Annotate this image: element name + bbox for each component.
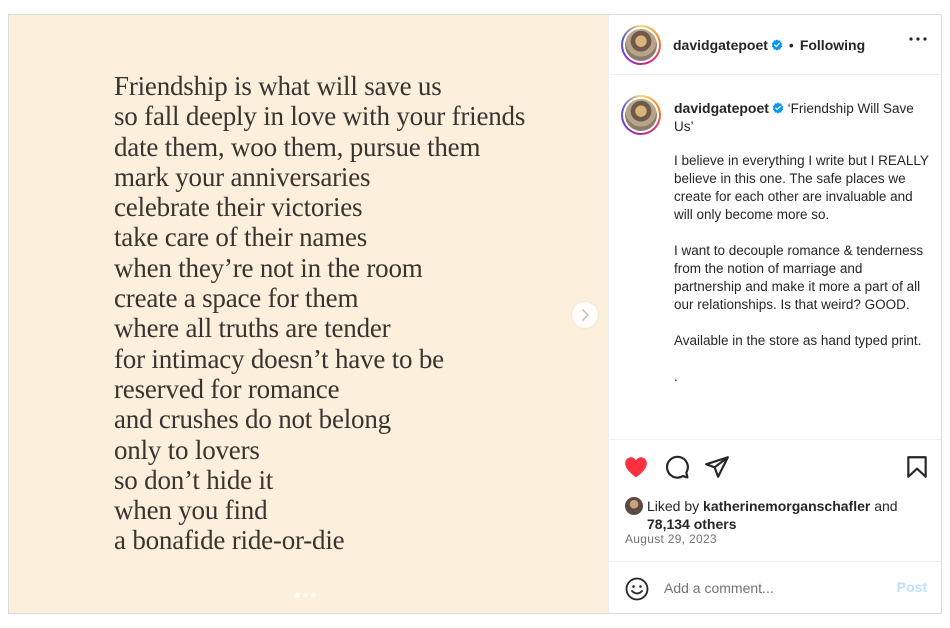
poem-line: mark your anniversaries <box>114 161 371 192</box>
carousel-dot <box>303 593 308 598</box>
poem-line: celebrate their victories <box>114 192 363 223</box>
caption-username[interactable]: davidgatepoet <box>674 100 769 116</box>
chevron-right-icon <box>582 309 589 321</box>
poem-text: Friendship is what will save us so fall d… <box>114 71 525 556</box>
post-header: davidgatepoet • Following <box>609 15 941 75</box>
comment-icon[interactable] <box>664 454 690 480</box>
separator-dot: • <box>788 36 794 53</box>
poem-line: when they’re not in the room <box>114 252 423 283</box>
poem-line: a bonafide ride-or-die <box>114 525 345 556</box>
poem-line: take care of their names <box>114 222 368 253</box>
poem-line: and crushes do not belong <box>114 404 391 435</box>
poem-line: when you find <box>114 495 268 526</box>
poem-line: only to lovers <box>114 434 260 465</box>
poem-line: where all truths are tender <box>114 313 391 344</box>
likes-count-link[interactable]: 78,134 others <box>647 516 737 532</box>
post-sidebar: davidgatepoet • Following davidgatepoet … <box>608 15 941 613</box>
poem-line: date them, woo them, pursue them <box>114 131 481 162</box>
following-button[interactable]: Following <box>800 37 865 53</box>
liker-username[interactable]: katherinemorganschafler <box>703 498 870 514</box>
caption-paragraph: Available in the store as hand typed pri… <box>674 333 922 348</box>
post-date[interactable]: August 29, 2023 <box>625 532 717 546</box>
verified-badge-icon <box>771 38 783 51</box>
heart-icon[interactable] <box>623 454 649 480</box>
poem-line: Friendship is what will save us <box>114 71 442 101</box>
caption-paragraph: . <box>674 369 678 384</box>
carousel-dots <box>295 593 316 598</box>
share-icon[interactable] <box>704 454 730 480</box>
action-bar: Liked by katherinemorganschafler and 78,… <box>609 439 941 561</box>
liker-avatar[interactable] <box>625 497 643 515</box>
bookmark-icon[interactable] <box>904 454 930 480</box>
poem-line: so fall deeply in love with your friends <box>114 101 526 132</box>
author-avatar[interactable] <box>621 24 661 65</box>
more-options-icon[interactable] <box>909 37 927 41</box>
caption-author-avatar[interactable] <box>621 95 661 135</box>
caption-body: davidgatepoet ‘Friendship Will Save Us’ … <box>674 99 932 404</box>
post-button[interactable]: Post <box>897 579 927 595</box>
poem-line: so don’t hide it <box>114 464 274 495</box>
liked-by-prefix: Liked by <box>647 498 700 514</box>
comment-input[interactable] <box>664 578 884 598</box>
carousel-dot <box>311 593 316 598</box>
caption-scroll-area[interactable]: davidgatepoet ‘Friendship Will Save Us’ … <box>609 76 941 439</box>
author-username[interactable]: davidgatepoet <box>673 37 768 53</box>
poem-line: reserved for romance <box>114 373 340 404</box>
caption-paragraph: I want to decouple romance & tenderness … <box>674 243 924 312</box>
poem-line: for intimacy doesn’t have to be <box>114 343 444 374</box>
caption-paragraph: I believe in everything I write but I RE… <box>674 153 929 222</box>
carousel-dot <box>295 593 300 598</box>
post-media[interactable]: Friendship is what will save us so fall d… <box>9 15 608 613</box>
poem-line: create a space for them <box>114 283 359 314</box>
next-slide-button[interactable] <box>572 302 598 328</box>
post-dialog: Friendship is what will save us so fall d… <box>8 14 942 614</box>
liked-by-connector: and <box>874 498 898 514</box>
emoji-icon[interactable] <box>625 577 649 601</box>
comment-bar: Post <box>609 561 941 613</box>
verified-badge-icon <box>772 102 784 114</box>
